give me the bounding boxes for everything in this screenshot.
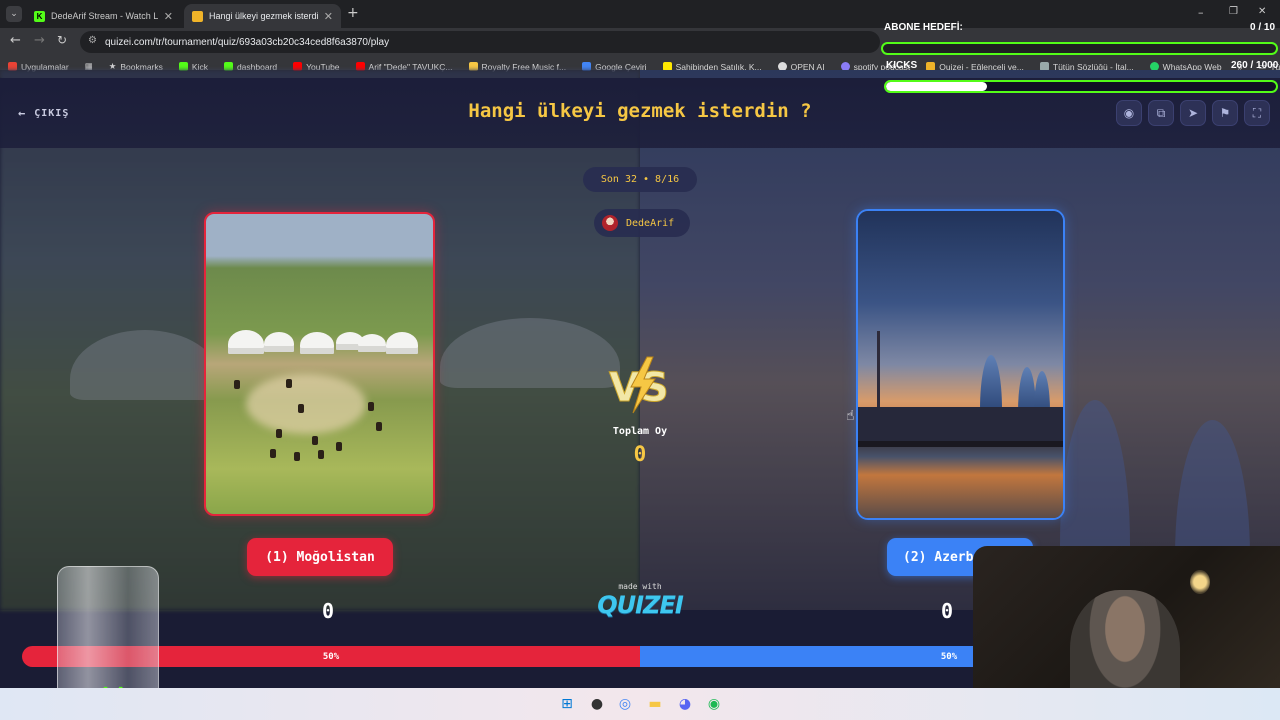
pier [858, 441, 1063, 447]
dust-cloud [246, 374, 366, 434]
url-text: quizei.com/tr/tournament/quiz/693a03cb20… [105, 36, 390, 48]
exit-label: ÇIKIŞ [34, 107, 70, 119]
left-vote-count: 0 [322, 599, 335, 623]
yurt-shape [228, 330, 264, 354]
discord-icon[interactable]: ◕ [675, 694, 695, 714]
made-with-text: made with [618, 582, 662, 591]
tab-quiz[interactable]: Hangi ülkeyi gezmek isterdin ? ✕ [184, 4, 341, 28]
horse-rider [270, 449, 276, 458]
yurt-shape [264, 332, 294, 352]
webcam-lamp [1190, 570, 1210, 594]
windows-taskbar [0, 688, 1280, 720]
folder-icon[interactable]: ▬ [645, 694, 665, 714]
horse-rider [376, 422, 382, 431]
quizei-favicon-icon [192, 10, 203, 22]
quiz-title: Hangi ülkeyi gezmek isterdin ? [468, 100, 812, 122]
mongolia-image [206, 214, 433, 514]
tab-search-button[interactable]: ⌄ [6, 6, 22, 22]
arrow-left-icon: ← [18, 106, 27, 120]
flame-tower [980, 355, 1002, 415]
vote-left-button[interactable]: (1) Moğolistan [247, 538, 393, 576]
subscriber-goal-label: ABONE HEDEFİ: [884, 22, 963, 33]
horse-rider [298, 404, 304, 413]
new-tab-button[interactable]: + [347, 5, 359, 21]
site-info-icon[interactable]: ⚙ [88, 35, 97, 46]
right-vote-count: 0 [941, 599, 954, 623]
yurt-shape [358, 334, 386, 352]
close-tab-icon[interactable]: ✕ [164, 10, 173, 23]
send-icon[interactable]: ➤ [1180, 100, 1206, 126]
browser-tab-bar: ⌄ K DedeArif Stream - Watch Live o ✕ Han… [0, 0, 1280, 28]
puzzle-icon[interactable]: ⧉ [1148, 100, 1174, 126]
maximize-button[interactable]: ❐ [1229, 6, 1238, 17]
back-button[interactable]: ← [10, 33, 21, 48]
option-right-card[interactable] [856, 209, 1065, 520]
horse-rider [286, 379, 292, 388]
subscriber-goal-bar [881, 42, 1278, 55]
baku-image [858, 211, 1063, 518]
horse-rider [276, 429, 282, 438]
avatar [602, 215, 618, 231]
horse-rider [294, 452, 300, 461]
flag-icon[interactable]: ⚑ [1212, 100, 1238, 126]
kick-favicon-icon: K [34, 10, 45, 22]
round-indicator: Son 32 • 8/16 [583, 167, 697, 192]
horse-rider [336, 442, 342, 451]
background-dim [0, 70, 1280, 610]
minimize-button[interactable]: – [1198, 6, 1204, 19]
vs-lightning-icon: VS [609, 356, 669, 414]
fullscreen-icon[interactable]: ⛶ [1244, 100, 1270, 126]
hand-cursor-icon: ☝ [846, 408, 855, 424]
app-icon[interactable]: ● [587, 694, 607, 714]
address-bar[interactable]: ⚙ quizei.com/tr/tournament/quiz/693a03cb… [80, 31, 880, 53]
total-votes-label: Toplam Oy [612, 426, 668, 437]
spotify-icon[interactable]: ◉ [704, 694, 724, 714]
username: DedeArif [626, 217, 675, 229]
close-window-button[interactable]: ✕ [1258, 6, 1266, 17]
eye-icon[interactable]: ◉ [1116, 100, 1142, 126]
exit-button[interactable]: ← ÇIKIŞ [18, 106, 69, 120]
horse-rider [318, 450, 324, 459]
forward-button[interactable]: → [34, 33, 45, 48]
subscriber-goal-count: 0 / 10 [1250, 22, 1276, 33]
kicks-goal-bar [884, 80, 1278, 93]
yurt-shape [300, 332, 334, 354]
reload-button[interactable]: ↻ [57, 33, 67, 47]
horse-rider [368, 402, 374, 411]
user-badge: DedeArif [594, 209, 690, 237]
kicks-goal-count: 260 / 1000 [1231, 60, 1279, 71]
quizei-logo[interactable]: QUIZEI [590, 591, 690, 619]
tab-title: Hangi ülkeyi gezmek isterdin ? [209, 11, 318, 21]
windows-start-icon[interactable]: ⊞ [557, 694, 577, 714]
option-left-card[interactable] [204, 212, 435, 516]
total-votes-value: 0 [633, 442, 647, 466]
horse-rider [312, 436, 318, 445]
kicks-goal-label: KICKS [886, 60, 918, 71]
yurt-shape [386, 332, 418, 354]
tab-title: DedeArif Stream - Watch Live o [51, 11, 158, 21]
tab-kick-stream[interactable]: K DedeArif Stream - Watch Live o ✕ [26, 4, 181, 28]
close-tab-icon[interactable]: ✕ [324, 10, 333, 23]
horse-rider [234, 380, 240, 389]
city-skyline [858, 407, 1063, 443]
kicks-goal-fill [886, 82, 988, 91]
chrome-icon[interactable]: ◎ [615, 694, 635, 714]
